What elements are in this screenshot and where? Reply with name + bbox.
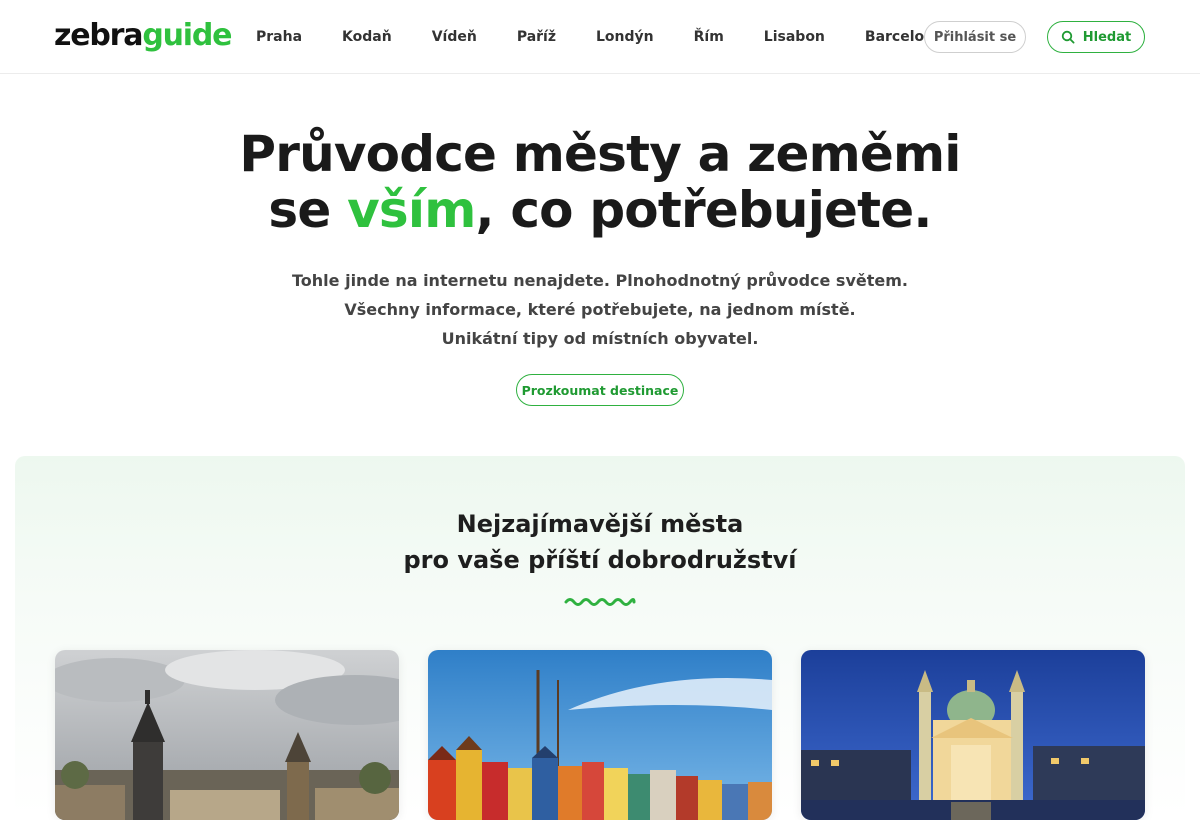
hero-subtitle-line: Všechny informace, které potřebujete, na…: [344, 300, 856, 319]
city-card-copenhagen[interactable]: [428, 650, 772, 820]
search-button[interactable]: Hledat: [1047, 21, 1145, 53]
hero-title-pre: se: [268, 181, 348, 239]
hero-title-accent: vším: [347, 181, 476, 239]
login-button-label: Přihlásit se: [933, 29, 1017, 45]
nav-item-rim[interactable]: Řím: [694, 29, 724, 45]
explore-destinations-label: Prozkoumat destinace: [521, 382, 679, 398]
squiggle-divider: [564, 598, 636, 606]
hero-title: Průvodce městy a zeměmi se vším, co potř…: [0, 126, 1200, 238]
nav-item-kodan[interactable]: Kodaň: [342, 29, 392, 45]
search-button-label: Hledat: [1082, 29, 1132, 45]
hero-title-post: , co potřebujete.: [475, 181, 933, 239]
logo[interactable]: zebraguide: [54, 18, 232, 54]
login-button[interactable]: Přihlásit se: [924, 21, 1026, 53]
hero-title-line1: Průvodce městy a zeměmi: [239, 125, 961, 183]
city-card-prague[interactable]: [55, 650, 399, 820]
nav-item-londyn[interactable]: Londýn: [596, 29, 654, 45]
vienna-karlskirche-night-photo: [801, 650, 1145, 820]
copenhagen-nyhavn-photo: [428, 650, 772, 820]
hero-title-line2: se vším, co potřebujete.: [0, 182, 1200, 238]
site-header: zebraguide Praha Kodaň Vídeň Paříž Londý…: [0, 0, 1200, 74]
explore-destinations-button[interactable]: Prozkoumat destinace: [516, 374, 684, 406]
popular-cities-section: Nejzajímavější města pro vaše příští dob…: [15, 456, 1185, 820]
logo-guide: guide: [142, 18, 232, 53]
search-icon: [1061, 30, 1075, 44]
section-title-line1: Nejzajímavější města: [456, 510, 744, 538]
logo-zebra: zebra: [54, 18, 144, 53]
nav-item-lisabon[interactable]: Lisabon: [764, 29, 825, 45]
city-card-vienna[interactable]: [801, 650, 1145, 820]
nav-item-pariz[interactable]: Paříž: [517, 29, 556, 45]
section-title-line2: pro vaše příští dobrodružství: [403, 546, 797, 574]
hero-subtitle-line: Unikátní tipy od místních obyvatel.: [441, 329, 759, 348]
hero-subtitle-line: Tohle jinde na internetu nenajdete. Plno…: [292, 271, 908, 290]
section-title: Nejzajímavější města pro vaše příští dob…: [15, 506, 1185, 578]
prague-bridge-towers-photo: [55, 650, 399, 820]
nav-item-praha[interactable]: Praha: [256, 29, 302, 45]
hero-subtitle: Tohle jinde na internetu nenajdete. Plno…: [0, 266, 1200, 353]
nav-item-viden[interactable]: Vídeň: [432, 29, 477, 45]
main-nav: Praha Kodaň Vídeň Paříž Londýn Řím Lisab…: [256, 0, 944, 74]
